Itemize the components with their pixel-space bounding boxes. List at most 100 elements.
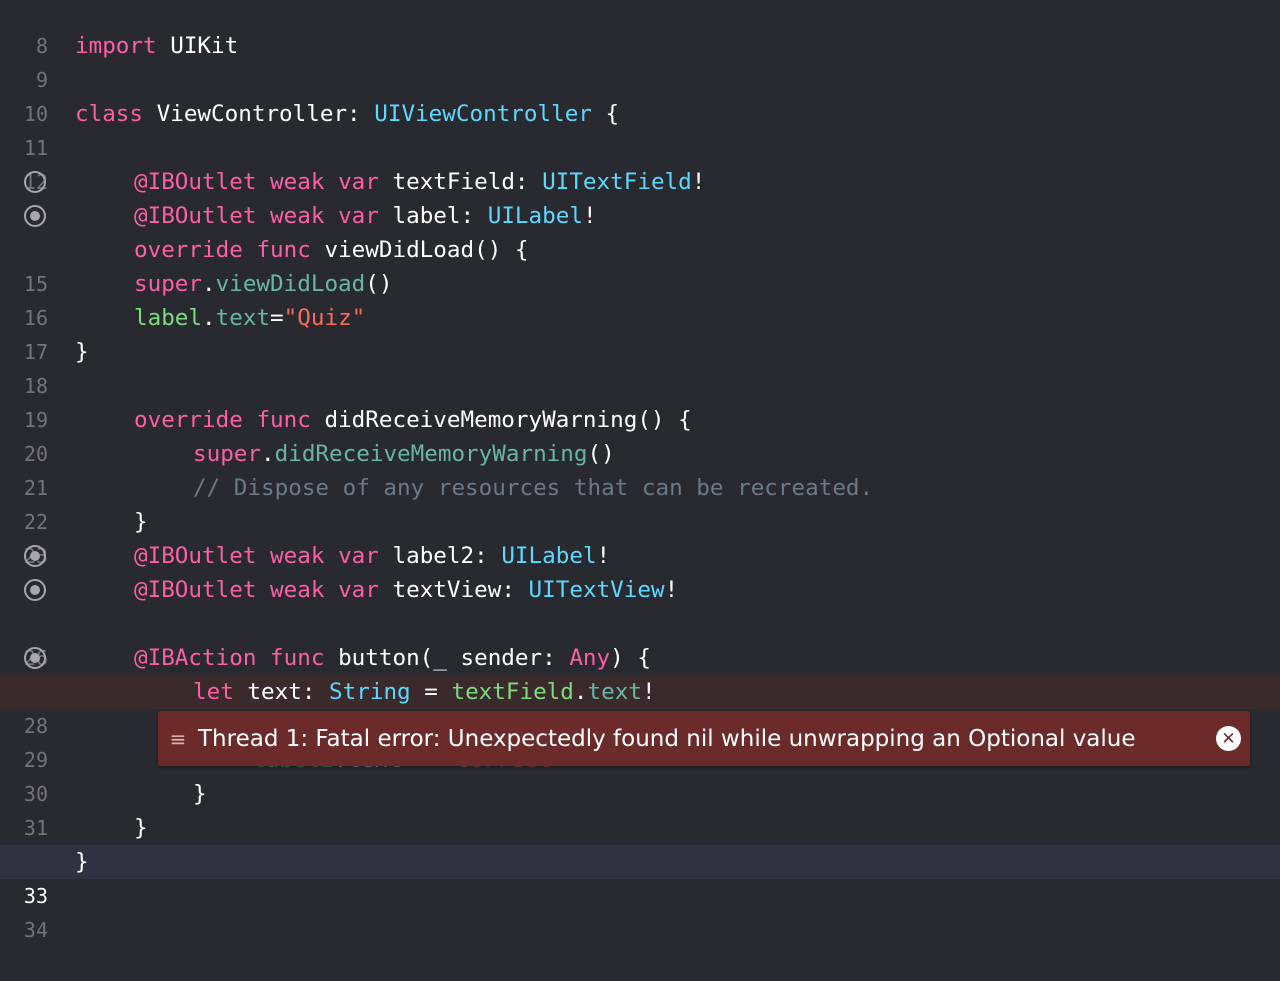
identifier-token: label2:: [378, 543, 502, 569]
code-line-25[interactable]: @IBOutlet weak var textView: UITextView!: [0, 573, 1280, 607]
error-banner[interactable]: ≡ Thread 1: Fatal error: Unexpectedly fo…: [158, 711, 1250, 766]
punctuation-token: ) {: [610, 645, 651, 671]
property-token: text: [587, 679, 642, 705]
code-line-10[interactable]: 10: [0, 63, 1280, 126]
code-line-23[interactable]: 23 }: [0, 505, 1280, 568]
attribute-token: @IBOutlet: [134, 203, 257, 229]
identifier-token: label:: [378, 203, 488, 229]
code-line-12[interactable]: 12: [0, 131, 1280, 194]
code-line-21[interactable]: 21 super.didReceiveMemoryWarning(): [0, 437, 1280, 500]
code-line-9[interactable]: 9 import UIKit: [0, 29, 1280, 92]
punctuation-token: (): [587, 441, 615, 467]
code-line-8[interactable]: 8: [0, 0, 1280, 58]
code-text: @IBOutlet weak var label2: UILabel!: [134, 539, 610, 573]
punctuation-token: !: [641, 679, 656, 705]
attribute-token: @IBOutlet: [134, 577, 257, 603]
code-line-11[interactable]: 11 class ViewController: UIViewControlle…: [0, 97, 1280, 160]
code-text: }: [134, 505, 148, 539]
code-text: @IBAction func button(_ sender: Any) {: [134, 641, 651, 675]
code-line-17[interactable]: 17 label.text="Quiz": [0, 301, 1280, 364]
punctuation-token: !: [664, 577, 679, 603]
code-text: @IBOutlet weak var label: UILabel!: [134, 199, 597, 233]
type-token: UILabel: [501, 543, 597, 569]
keyword-token: var: [338, 577, 379, 603]
identifier-token: viewDidLoad() {: [310, 237, 529, 263]
code-line-28[interactable]: 28 let text: String = textField.text!: [0, 675, 1280, 738]
punctuation-token: .: [261, 441, 275, 467]
string-token: "Quiz": [283, 305, 366, 331]
code-text: }: [75, 335, 89, 369]
code-line-16[interactable]: 16 super.viewDidLoad(): [0, 267, 1280, 330]
code-line-15[interactable]: 15 override func viewDidLoad() {: [0, 233, 1280, 296]
code-line-27[interactable]: @IBAction func button(_ sender: Any) {: [0, 641, 1280, 675]
keyword-token: import: [75, 33, 157, 59]
code-line-31[interactable]: 31 }: [0, 777, 1280, 840]
menu-icon[interactable]: ≡: [158, 727, 198, 751]
keyword-token: weak: [270, 203, 325, 229]
code-line-26[interactable]: 26: [0, 607, 1280, 670]
code-text: super.didReceiveMemoryWarning(): [193, 437, 615, 471]
keyword-token: weak: [270, 169, 325, 195]
close-icon[interactable]: ✕: [1216, 726, 1241, 751]
punctuation-token: (): [365, 271, 393, 297]
code-text: super.viewDidLoad(): [134, 267, 392, 301]
keyword-token: Any: [569, 645, 611, 671]
code-line-22[interactable]: 22 // Dispose of any resources that can …: [0, 471, 1280, 534]
code-line-24[interactable]: @IBOutlet weak var label2: UILabel!: [0, 539, 1280, 573]
code-text: let text: String = textField.text!: [193, 675, 656, 709]
code-text: class ViewController: UIViewController {: [75, 97, 619, 131]
type-token: UITextField: [542, 169, 692, 195]
identifier-token: UIKit: [156, 33, 239, 59]
punctuation-token: !: [691, 169, 706, 195]
identifier-token: textField:: [378, 169, 543, 195]
keyword-token: func: [256, 407, 311, 433]
outlet-connected-icon[interactable]: [24, 545, 46, 567]
keyword-token: super: [134, 271, 203, 297]
type-token: UILabel: [487, 203, 583, 229]
code-line-14[interactable]: @IBOutlet weak var label: UILabel!: [0, 199, 1280, 233]
code-line-18[interactable]: 18 }: [0, 335, 1280, 398]
identifier-token: text:: [233, 679, 330, 705]
outlet-connected-icon[interactable]: [24, 205, 46, 227]
attribute-token: @IBOutlet: [134, 543, 257, 569]
identifier-token: button(_ sender:: [324, 645, 570, 671]
outlet-connected-icon[interactable]: [24, 579, 46, 601]
code-text: override func viewDidLoad() {: [134, 233, 529, 267]
code-editor[interactable]: 8 9 import UIKit 10 11 class ViewControl…: [0, 0, 1280, 942]
code-line-34[interactable]: 34: [0, 879, 1280, 942]
code-line-32[interactable]: 32 }: [0, 811, 1280, 874]
identifier-token: didReceiveMemoryWarning() {: [310, 407, 692, 433]
keyword-token: let: [193, 679, 234, 705]
property-token: text: [215, 305, 271, 331]
keyword-token: var: [338, 543, 379, 569]
keyword-token: var: [338, 169, 379, 195]
code-line-19[interactable]: 19: [0, 369, 1280, 432]
punctuation-token: .: [573, 679, 588, 705]
keyword-token: weak: [270, 577, 325, 603]
punctuation-token: .: [202, 305, 216, 331]
code-text: }: [75, 845, 89, 879]
keyword-token: override: [134, 407, 243, 433]
keyword-token: func: [270, 645, 325, 671]
punctuation-token: !: [582, 203, 597, 229]
punctuation-token: }: [193, 781, 207, 807]
code-line-20[interactable]: 20 override func didReceiveMemoryWarning…: [0, 403, 1280, 466]
code-text: import UIKit: [75, 29, 238, 63]
operator-token: =: [270, 305, 284, 331]
code-line-13[interactable]: @IBOutlet weak var textField: UITextFiel…: [0, 165, 1280, 199]
code-text: @IBOutlet weak var textField: UITextFiel…: [134, 165, 705, 199]
method-token: didReceiveMemoryWarning: [274, 441, 588, 467]
code-line-33[interactable]: 33 }: [0, 845, 1280, 908]
action-connected-icon[interactable]: [24, 647, 46, 669]
outlet-unconnected-icon[interactable]: [24, 171, 46, 193]
